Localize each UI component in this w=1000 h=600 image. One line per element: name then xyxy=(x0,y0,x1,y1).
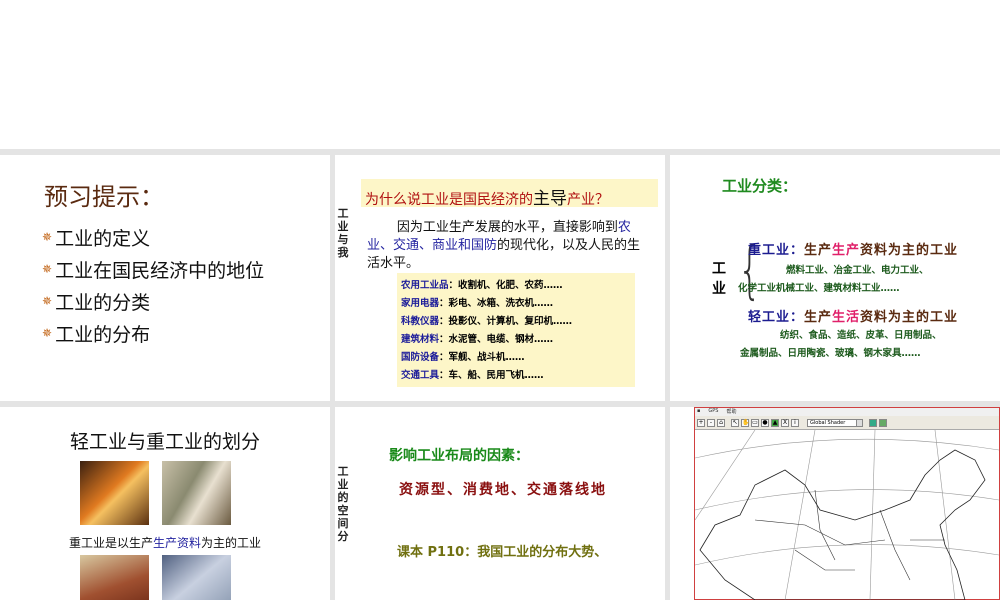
star-bullet-icon: ✵ xyxy=(42,294,53,308)
measure-icon: ▭ xyxy=(751,418,759,427)
heading: 影响工业布局的因素： xyxy=(389,448,529,464)
star-bullet-icon: ✵ xyxy=(42,230,53,244)
zoom-out-icon: - xyxy=(707,418,715,427)
select-icon: ↖ xyxy=(731,418,739,427)
globe-icon: ● xyxy=(761,418,769,427)
star-bullet-icon: ✵ xyxy=(42,262,53,276)
examples-box: 农用工业品：收割机、化肥、农药…… 家用电器：彩电、冰箱、洗衣机…… 科教仪器：… xyxy=(397,273,635,387)
list-item: 农用工业品：收割机、化肥、农药…… xyxy=(401,280,563,291)
bullet-list: ✵ 工业的定义 ✵ 工业在国民经济中的地位 ✵ 工业的分类 ✵ 工业的分布 xyxy=(42,221,264,349)
slide-3-thumbnail[interactable]: 工业分类： 工业 { 重工业：生产生产资料为主的工业 燃料工业、冶金工业、电力工… xyxy=(670,155,1000,401)
heavy-examples-1: 燃料工业、冶金工业、电力工业、 xyxy=(786,265,929,276)
slide-title: 预习提示： xyxy=(44,183,164,211)
steel-mill-photo xyxy=(80,461,149,525)
textile-photo xyxy=(162,555,231,600)
list-item: ✵ 工业的定义 xyxy=(42,227,151,250)
terrain-icon: ▲ xyxy=(771,418,779,427)
zoom-in-icon: + xyxy=(697,418,705,427)
explanation-paragraph: 因为工业生产发展的水平，直接影响到农业、交通、商业和国防的现代化，以及人民的生活… xyxy=(367,220,641,271)
light-industry-definition: 轻工业：生产生活资料为主的工业 xyxy=(748,310,959,325)
list-item: ✵ 工业的分布 xyxy=(42,323,151,346)
heavy-examples-2: 化学工业机械工业、建筑材料工业…… xyxy=(738,283,900,294)
info-icon: i xyxy=(791,418,799,427)
question-heading: 为什么说工业是国民经济的主导产业？ xyxy=(361,179,658,209)
list-item: ✵ 工业的分类 xyxy=(42,291,151,314)
list-item: 建筑材料：水泥管、电缆、钢材…… xyxy=(401,334,554,345)
gis-window-screenshot: ▪ GPS 帮助 + - ⌂ ↖ ✋ ▭ ● ▲ Xi Global Shader xyxy=(694,407,1000,600)
machinery-photo xyxy=(162,461,231,525)
food-workers-photo xyxy=(80,555,149,600)
textbook-reference: 课本 P110：我国工业的分布大势、 xyxy=(397,545,608,560)
light-examples-1: 纺织、食品、造纸、皮革、日用制品、 xyxy=(780,330,942,341)
tool-icon: X xyxy=(781,418,789,427)
side-label: 工业的空间分 xyxy=(337,465,349,543)
side-label: 工业与我 xyxy=(337,207,349,259)
list-item: 交通工具：车、船、民用飞机…… xyxy=(401,370,544,381)
slide-title: 轻工业与重工业的划分 xyxy=(69,431,260,453)
menu-bar: ▪ GPS 帮助 xyxy=(695,408,999,416)
slide-2-thumbnail[interactable]: 工业与我 为什么说工业是国民经济的主导产业？ 因为工业生产发展的水平，直接影响到… xyxy=(335,155,665,401)
toolbar: + - ⌂ ↖ ✋ ▭ ● ▲ Xi Global Shader xyxy=(695,416,999,430)
map-view-icon xyxy=(869,418,877,427)
list-item: 国防设备：军舰、战斗机…… xyxy=(401,352,525,363)
landscape-icon xyxy=(879,418,887,427)
home-icon: ⌂ xyxy=(717,418,725,427)
root-label: 工业 xyxy=(712,261,726,297)
list-item: 科教仪器：投影仪、计算机、复印机…… xyxy=(401,316,573,327)
slide-title: 工业分类： xyxy=(722,177,798,195)
heavy-industry-definition: 重工业：生产生产资料为主的工业 xyxy=(748,243,959,258)
factors-text: 资源型、消费地、交通落线地 xyxy=(399,482,607,498)
slide-6-thumbnail[interactable]: ▪ GPS 帮助 + - ⌂ ↖ ✋ ▭ ● ▲ Xi Global Shader xyxy=(670,407,1000,600)
list-item: ✵ 工业在国民经济中的地位 xyxy=(42,259,265,282)
china-outline-map xyxy=(695,430,999,600)
pan-icon: ✋ xyxy=(741,418,750,427)
light-examples-2: 金属制品、日用陶瓷、玻璃、钢木家具…… xyxy=(740,348,921,359)
slide-4-thumbnail[interactable]: 轻工业与重工业的划分 重工业是以生产生产资料为主的工业 xyxy=(0,407,330,600)
list-item: 家用电器：彩电、冰箱、洗衣机…… xyxy=(401,298,554,309)
layer-select: Global Shader xyxy=(807,418,863,427)
caption: 重工业是以生产生产资料为主的工业 xyxy=(68,536,262,550)
slide-1-thumbnail[interactable]: 预习提示： ✵ 工业的定义 ✵ 工业在国民经济中的地位 ✵ 工业的分类 ✵ 工业的分布 xyxy=(0,155,330,401)
star-bullet-icon: ✵ xyxy=(42,326,53,340)
slide-5-thumbnail[interactable]: 工业的空间分 影响工业布局的因素： 资源型、消费地、交通落线地 课本 P110：… xyxy=(335,407,665,600)
